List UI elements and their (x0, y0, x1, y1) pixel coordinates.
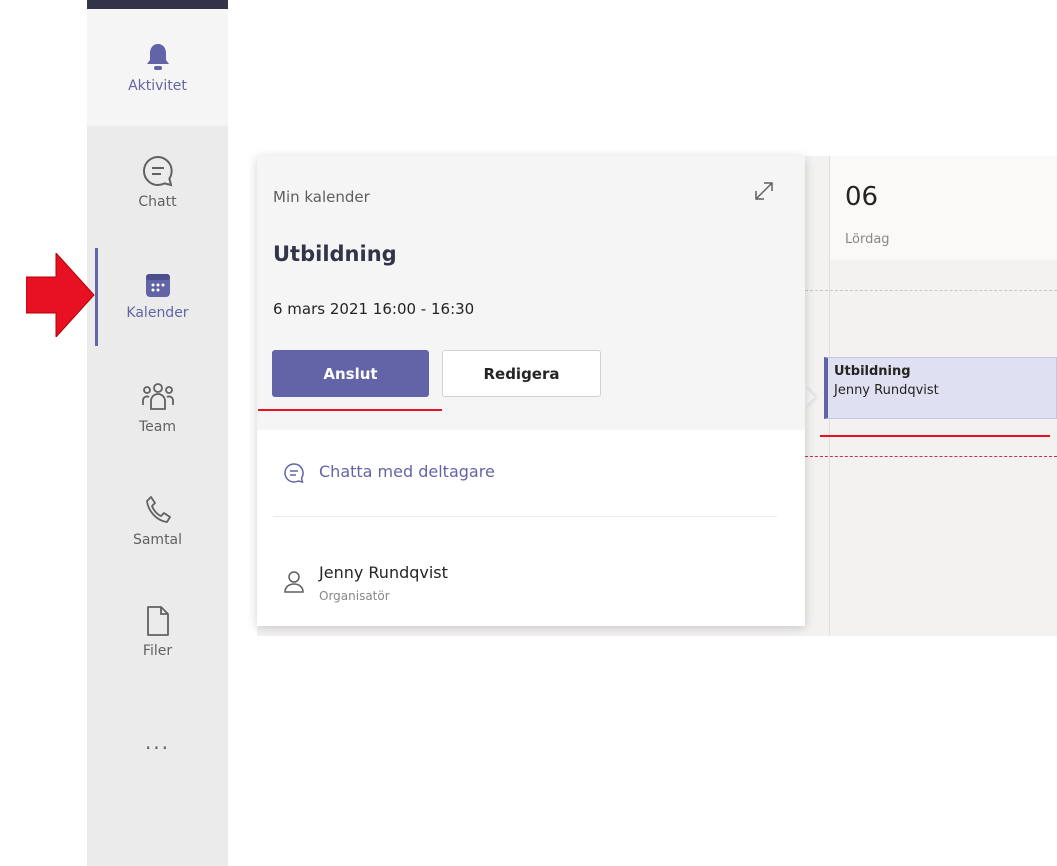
day-name: Lördag (845, 232, 890, 247)
chat-with-participants-link[interactable]: Chatta med deltagare (319, 462, 495, 481)
file-icon (145, 605, 171, 637)
rail-top-bar (87, 0, 228, 9)
rail-label: Filer (142, 643, 173, 659)
annotation-underline (820, 435, 1050, 437)
rail-item-team[interactable]: Team (87, 352, 228, 464)
join-button[interactable]: Anslut (272, 350, 429, 397)
bell-icon (144, 42, 172, 72)
more-apps-button[interactable]: ... (87, 730, 228, 754)
rail-item-activity[interactable]: Aktivitet (87, 9, 228, 126)
team-icon (140, 381, 176, 413)
current-time-line (800, 456, 1057, 457)
annotation-underline (258, 409, 442, 411)
expand-icon[interactable] (753, 180, 775, 206)
chat-with-participants-row[interactable]: Chatta med deltagare (257, 430, 805, 516)
rail-label: Chatt (138, 194, 177, 210)
event-organizer: Jenny Rundqvist (834, 383, 939, 398)
day-number: 06 (845, 182, 879, 212)
rail-label: Team (138, 419, 176, 435)
organizer-name: Jenny Rundqvist (319, 563, 448, 582)
divider (273, 516, 777, 517)
person-icon (283, 570, 305, 598)
phone-icon (143, 494, 173, 526)
event-tile[interactable]: Utbildning Jenny Rundqvist (824, 357, 1057, 419)
event-title: Utbildning (834, 364, 911, 379)
rail-item-files[interactable]: Filer (87, 576, 228, 688)
annotation-arrow-icon (26, 253, 95, 337)
calendar-icon (144, 271, 172, 299)
edit-button[interactable]: Redigera (442, 350, 601, 397)
organizer-role: Organisatör (319, 589, 390, 603)
app-rail: Aktivitet Chatt Kalender Team Samtal Fil… (87, 0, 228, 866)
rail-item-calls[interactable]: Samtal (87, 465, 228, 577)
rail-label: Kalender (126, 305, 189, 321)
rail-label: Aktivitet (128, 77, 187, 94)
chat-icon (283, 462, 305, 488)
rail-item-calendar[interactable]: Kalender (87, 240, 228, 352)
calendar-name: Min kalender (273, 188, 370, 206)
rail-label: Samtal (132, 532, 183, 548)
chat-icon (141, 154, 175, 188)
half-hour-line (800, 290, 1057, 291)
meeting-popup: Min kalender Utbildning 6 mars 2021 16:0… (257, 156, 805, 626)
meeting-title: Utbildning (273, 242, 397, 266)
meeting-datetime: 6 mars 2021 16:00 - 16:30 (273, 300, 475, 318)
rail-item-chat[interactable]: Chatt (87, 126, 228, 238)
